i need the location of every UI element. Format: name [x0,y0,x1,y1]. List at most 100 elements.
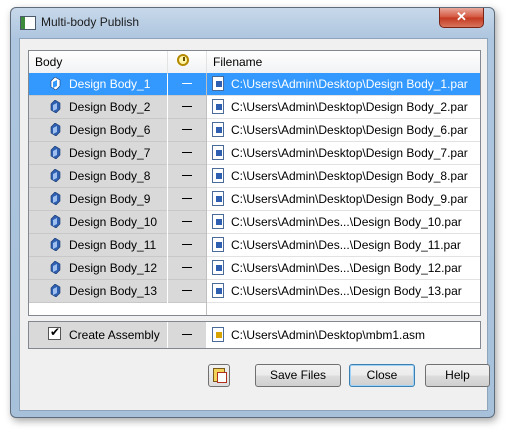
filename-cell[interactable]: C:\Users\Admin\Desktop\Design Body_9.par [207,188,480,211]
filename: C:\Users\Admin\Des...\Design Body_10.par [231,215,462,229]
filename-cell[interactable]: C:\Users\Admin\Des...\Design Body_10.par [207,211,480,234]
table-row[interactable]: Design Body_2 C:\Users\Admin\Desktop\Desi… [29,96,480,119]
create-assembly-checkbox[interactable]: ✔ [48,325,61,340]
table-row[interactable]: Design Body_7 C:\Users\Admin\Desktop\Desi… [29,142,480,165]
assembly-status-cell [168,322,206,348]
body-name: Design Body_2 [69,100,151,114]
part-body-icon [50,238,61,251]
status-cell [168,280,206,303]
body-cell[interactable]: Design Body_13 [29,280,167,303]
filename-cell[interactable]: C:\Users\Admin\Des...\Design Body_12.par [207,257,480,280]
filename-cell[interactable]: C:\Users\Admin\Desktop\Design Body_6.par [207,119,480,142]
status-dash [182,334,192,335]
status-cell [168,211,206,234]
status-dash [182,244,192,245]
column-divider [206,73,207,315]
part-file-icon [212,260,224,275]
body-name: Design Body_6 [69,123,151,137]
filename-cell[interactable]: C:\Users\Admin\Desktop\Design Body_1.par [207,73,480,96]
status-dash [182,290,192,291]
status-cell [168,142,206,165]
status-cell [168,119,206,142]
part-body-icon [50,146,61,159]
filename-cell[interactable]: C:\Users\Admin\Des...\Design Body_11.par [207,234,480,257]
filename: C:\Users\Admin\Des...\Design Body_11.par [231,238,461,252]
status-dash [182,221,192,222]
filename-cell[interactable]: C:\Users\Admin\Desktop\Design Body_2.par [207,96,480,119]
status-dash [182,175,192,176]
status-cell [168,234,206,257]
body-name: Design Body_8 [69,169,151,183]
close-window-button[interactable]: ✕ [439,8,484,28]
part-body-icon [50,77,61,90]
body-name: Design Body_13 [69,284,158,298]
part-file-icon [212,168,224,183]
part-file-icon [212,145,224,160]
part-body-icon [50,261,61,274]
bodies-grid: Body Filename Design Body_1 C:\Users\Admi… [28,50,481,316]
checkmark-icon: ✔ [50,325,61,339]
status-dash [182,267,192,268]
status-dash [182,152,192,153]
table-row[interactable]: Design Body_9 C:\Users\Admin\Desktop\Desi… [29,188,480,211]
clock-icon [177,54,189,66]
part-file-icon [212,283,224,298]
part-body-icon [50,284,61,297]
save-files-button[interactable]: Save Files [255,364,341,387]
body-cell[interactable]: Design Body_1 [29,73,167,96]
body-cell[interactable]: Design Body_2 [29,96,167,119]
filename-cell[interactable]: C:\Users\Admin\Des...\Design Body_13.par [207,280,480,303]
part-body-icon [50,169,61,182]
body-cell[interactable]: Design Body_8 [29,165,167,188]
filename-cell[interactable]: C:\Users\Admin\Desktop\Design Body_7.par [207,142,480,165]
table-row[interactable]: Design Body_6 C:\Users\Admin\Desktop\Desi… [29,119,480,142]
body-cell[interactable]: Design Body_10 [29,211,167,234]
part-body-icon [50,215,61,228]
body-cell[interactable]: Design Body_12 [29,257,167,280]
table-row[interactable]: Design Body_13 C:\Users\Admin\Des...\Desi… [29,280,480,303]
copy-icon [213,368,227,383]
filename-cell[interactable]: C:\Users\Admin\Desktop\Design Body_8.par [207,165,480,188]
body-cell[interactable]: Design Body_11 [29,234,167,257]
status-dash [182,106,192,107]
assembly-filename-cell[interactable]: C:\Users\Admin\Desktop\mbm1.asm [207,322,480,348]
status-cell [168,73,206,96]
table-row[interactable]: Design Body_1 C:\Users\Admin\Desktop\Desi… [29,73,480,96]
dialog-window: Multi-body Publish ✕ Body Filename Desig… [10,7,495,418]
table-row[interactable]: Design Body_12 C:\Users\Admin\Des...\Desi… [29,257,480,280]
body-name: Design Body_1 [69,77,151,91]
column-divider[interactable] [206,51,207,73]
copy-paths-button[interactable] [208,364,230,387]
part-file-icon [212,214,224,229]
body-cell[interactable]: Design Body_6 [29,119,167,142]
column-header-body[interactable]: Body [35,55,62,69]
body-name: Design Body_9 [69,192,151,206]
table-row[interactable]: Design Body_8 C:\Users\Admin\Desktop\Desi… [29,165,480,188]
column-header-filename[interactable]: Filename [213,55,262,69]
filename: C:\Users\Admin\Desktop\Design Body_7.par [231,146,468,160]
body-name: Design Body_10 [69,215,158,229]
filename: C:\Users\Admin\Desktop\Design Body_6.par [231,123,468,137]
status-cell [168,257,206,280]
filename: C:\Users\Admin\Desktop\Design Body_2.par [231,100,468,114]
app-icon [20,16,36,30]
body-cell[interactable]: Design Body_7 [29,142,167,165]
assembly-body-cell: ✔ Create Assembly [29,322,167,348]
help-button[interactable]: Help [425,364,490,387]
title-bar[interactable]: Multi-body Publish ✕ [11,8,494,38]
create-assembly-row: ✔ Create Assembly C:\Users\Admin\Desktop… [28,321,481,349]
table-row[interactable]: Design Body_11 C:\Users\Admin\Des...\Desi… [29,234,480,257]
table-row[interactable]: Design Body_10 C:\Users\Admin\Des...\Desi… [29,211,480,234]
part-file-icon [212,122,224,137]
part-body-icon [50,192,61,205]
part-body-icon [50,123,61,136]
grid-header: Body Filename [29,51,480,74]
status-cell [168,96,206,119]
body-cell[interactable]: Design Body_9 [29,188,167,211]
column-divider[interactable] [167,51,168,73]
status-dash [182,83,192,84]
close-button[interactable]: Close [349,364,415,387]
status-cell [168,165,206,188]
status-dash [182,198,192,199]
dialog-client: Body Filename Design Body_1 C:\Users\Admi… [19,38,490,411]
